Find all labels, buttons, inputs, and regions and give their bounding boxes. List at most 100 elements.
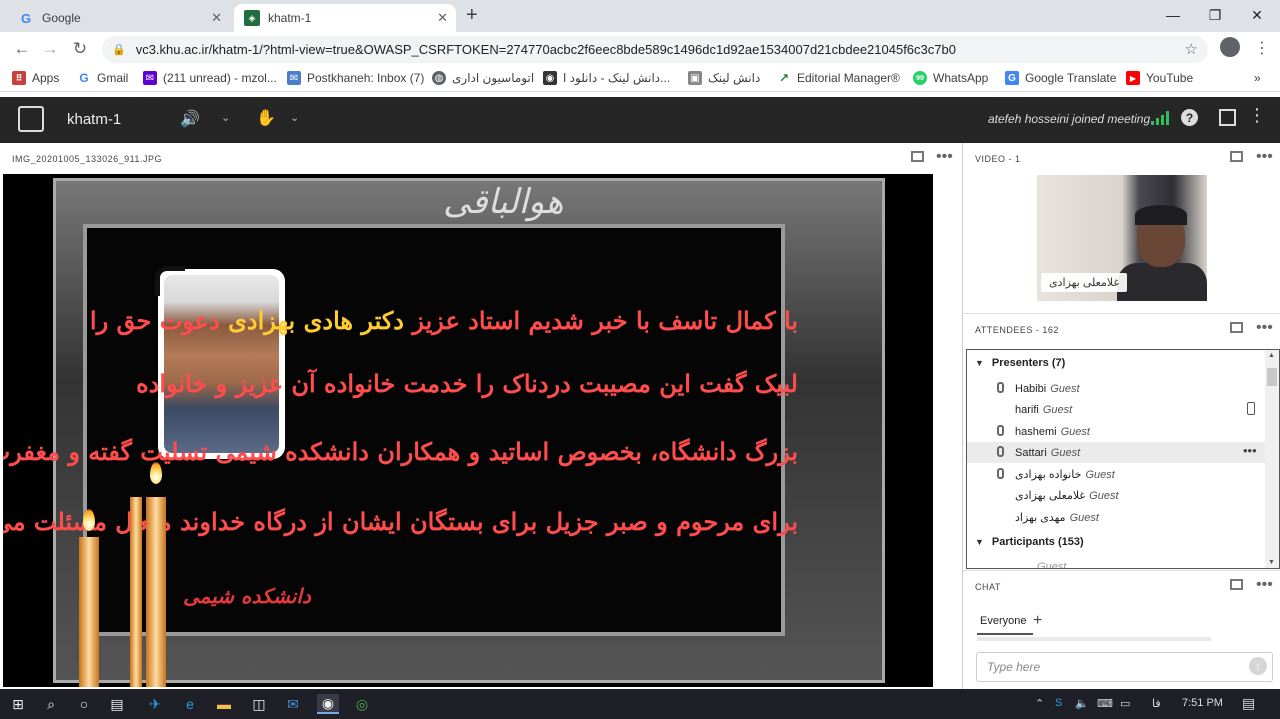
bookmark-google-translate[interactable]: G Google Translate [1005, 71, 1116, 85]
bookmark-apps[interactable]: ⠿ Apps [12, 71, 59, 85]
more-bookmarks-button[interactable]: » [1254, 71, 1261, 85]
show-hidden-icons[interactable]: ⌃ [1035, 697, 1044, 710]
adobe-connect-icon: ◈ [244, 10, 260, 26]
notifications-icon[interactable]: ▤ [1242, 695, 1255, 712]
pod-options-icon[interactable]: ••• [936, 148, 953, 166]
speaker-icon[interactable]: 🔊 [180, 109, 200, 129]
attendee-row-partial[interactable]: Guest [967, 556, 1265, 569]
language-indicator[interactable]: فا [1152, 697, 1161, 710]
clock[interactable]: 7:51 PM [1182, 697, 1223, 709]
url-text[interactable]: vc3.khu.ac.ir/khatm-1/?html-view=true&OW… [136, 42, 956, 57]
keyboard-icon[interactable]: ⌨ [1097, 697, 1113, 710]
account-avatar-icon[interactable] [1220, 37, 1240, 57]
more-options-icon[interactable]: ⋮ [1248, 105, 1266, 126]
attendee-row[interactable]: Habibi Guest [967, 378, 1265, 399]
windows-taskbar: ⊞ ⌕ ○ ▤ ✈ e ▬ ◫ ✉ ◉ ◎ ⌃ S 🔈 ⌨ ▭ فا 7:51 … [0, 689, 1280, 719]
google-translate-icon: G [1005, 71, 1019, 85]
candle [130, 497, 142, 687]
bookmark-editorial-manager[interactable]: ↗ Editorial Manager® [777, 71, 900, 85]
maximize-pod-icon[interactable] [911, 151, 924, 162]
scroll-down-icon[interactable]: ▼ [1268, 559, 1275, 566]
scroll-up-icon[interactable]: ▲ [1268, 352, 1275, 359]
send-icon[interactable]: ↑ [1249, 657, 1267, 675]
scrollbar-thumb[interactable] [1267, 368, 1277, 386]
bookmark-gmail[interactable]: G Gmail [77, 71, 128, 85]
bookmark-daneshlink[interactable]: ▣ دانش لینک [688, 71, 760, 85]
chat-input[interactable] [976, 652, 1273, 682]
new-tab-button[interactable]: + [466, 4, 478, 27]
attendee-scrollbar[interactable]: ▲ ▼ [1265, 350, 1279, 568]
attendee-row[interactable]: غلامعلی بهزادی Guest [967, 485, 1265, 506]
close-tab-icon[interactable]: ✕ [211, 10, 222, 26]
reload-icon[interactable]: ↻ [68, 37, 92, 61]
bookmark-automation[interactable]: ◍ اتوماسیون اداری [432, 71, 534, 85]
pod-options-icon[interactable]: ••• [1256, 576, 1273, 594]
lock-icon[interactable]: 🔒 [112, 43, 126, 56]
maximize-pod-icon[interactable] [1230, 322, 1243, 333]
restore-button[interactable]: ❐ [1192, 0, 1238, 30]
chevron-down-icon[interactable]: ⌄ [290, 111, 299, 124]
participants-group-header[interactable]: ▼ Participants (153) [975, 536, 1084, 548]
minimize-button[interactable]: — [1150, 0, 1196, 30]
attendee-row[interactable]: Sattari Guest ••• [967, 442, 1265, 463]
bookmark-whatsapp[interactable]: 99 WhatsApp [913, 71, 988, 85]
candle-flame [83, 509, 95, 531]
telegram-icon[interactable]: ✈ [144, 694, 166, 714]
attendee-row[interactable]: hashemi Guest [967, 421, 1265, 442]
app-icon[interactable]: ◎ [351, 694, 373, 714]
task-view-icon[interactable]: ▤ [106, 694, 128, 714]
chat-tab-everyone[interactable]: Everyone [980, 615, 1026, 627]
browser-tab-strip: G Google ✕ ◈ khatm-1 ✕ + — ❐ ✕ [0, 0, 1280, 32]
browser-tab-khatm[interactable]: ◈ khatm-1 ✕ [234, 4, 456, 32]
message-line-2: لبیک گفت این مصیبت دردناک را خدمت خانواد… [136, 369, 798, 398]
adobe-connect-logo-icon [18, 106, 44, 132]
collapse-triangle-icon[interactable]: ▼ [975, 537, 984, 547]
windows-start-icon[interactable]: ⊞ [7, 694, 29, 714]
mail-app-icon[interactable]: ✉ [282, 694, 304, 714]
attendee-row[interactable]: خانواده بهزادی Guest [967, 464, 1265, 485]
mourning-ribbon-icon [155, 266, 185, 296]
bookmark-daneshlink-download[interactable]: ◉ دانش لینک - دانلود ا... [543, 71, 670, 85]
fullscreen-icon[interactable] [1219, 109, 1236, 126]
cortana-icon[interactable]: ○ [73, 694, 95, 714]
pod-options-icon[interactable]: ••• [1256, 319, 1273, 337]
edge-icon[interactable]: e [179, 694, 201, 714]
maximize-pod-icon[interactable] [1230, 151, 1243, 162]
back-arrow-icon[interactable]: ← [10, 37, 34, 61]
volume-icon[interactable]: 🔈 [1075, 697, 1089, 710]
bookmark-yahoo-mail[interactable]: ✉ (211 unread) - mzol... [143, 71, 277, 85]
maximize-pod-icon[interactable] [1230, 579, 1243, 590]
raise-hand-icon[interactable]: ✋ [256, 108, 276, 128]
attendee-row[interactable]: مهدی بهزاد Guest [967, 507, 1265, 528]
close-window-button[interactable]: ✕ [1234, 0, 1280, 30]
address-bar[interactable]: 🔒 vc3.khu.ac.ir/khatm-1/?html-view=true&… [102, 36, 1208, 63]
message-line-4: برای مرحوم و صبر جزیل برای بستگان ایشان … [3, 507, 798, 536]
webcam-video[interactable]: غلامعلی بهزادی [1037, 175, 1207, 301]
join-notification: atefeh hosseini joined meeting [988, 112, 1151, 126]
add-chat-tab-icon[interactable]: + [1033, 612, 1042, 630]
bookmark-star-icon[interactable]: ☆ [1185, 40, 1198, 58]
share-pod-title: IMG_20201005_133026_911.JPG [12, 153, 162, 164]
browser-tab-google[interactable]: G Google ✕ [8, 4, 230, 32]
network-icon[interactable]: ▭ [1120, 697, 1130, 710]
help-icon[interactable]: ? [1181, 109, 1198, 126]
bookmark-postkhaneh[interactable]: ✉ Postkhaneh: Inbox (7) [287, 71, 424, 85]
message-line-3: بزرگ دانشگاه، بخصوص اساتید و همکاران دان… [3, 437, 798, 466]
presenters-group-header[interactable]: ▼ Presenters (7) [975, 357, 1065, 369]
search-icon[interactable]: ⌕ [40, 694, 62, 714]
row-options-icon[interactable]: ••• [1243, 443, 1257, 458]
file-explorer-icon[interactable]: ▬ [213, 694, 235, 714]
microphone-icon [997, 446, 1004, 457]
attendee-row[interactable]: harifi Guest [967, 399, 1265, 420]
chevron-down-icon[interactable]: ⌄ [221, 111, 230, 124]
connection-strength-icon[interactable] [1151, 111, 1169, 125]
pod-options-icon[interactable]: ••• [1256, 148, 1273, 166]
store-icon[interactable]: ◫ [248, 694, 270, 714]
chrome-icon[interactable]: ◉ [317, 694, 339, 714]
skype-icon[interactable]: S [1055, 697, 1062, 709]
close-tab-icon[interactable]: ✕ [437, 10, 448, 26]
collapse-triangle-icon[interactable]: ▼ [975, 358, 984, 368]
forward-arrow-icon[interactable]: → [38, 37, 62, 61]
browser-menu-icon[interactable]: ⋮ [1254, 38, 1270, 58]
bookmark-youtube[interactable]: ▶ YouTube [1126, 71, 1193, 85]
